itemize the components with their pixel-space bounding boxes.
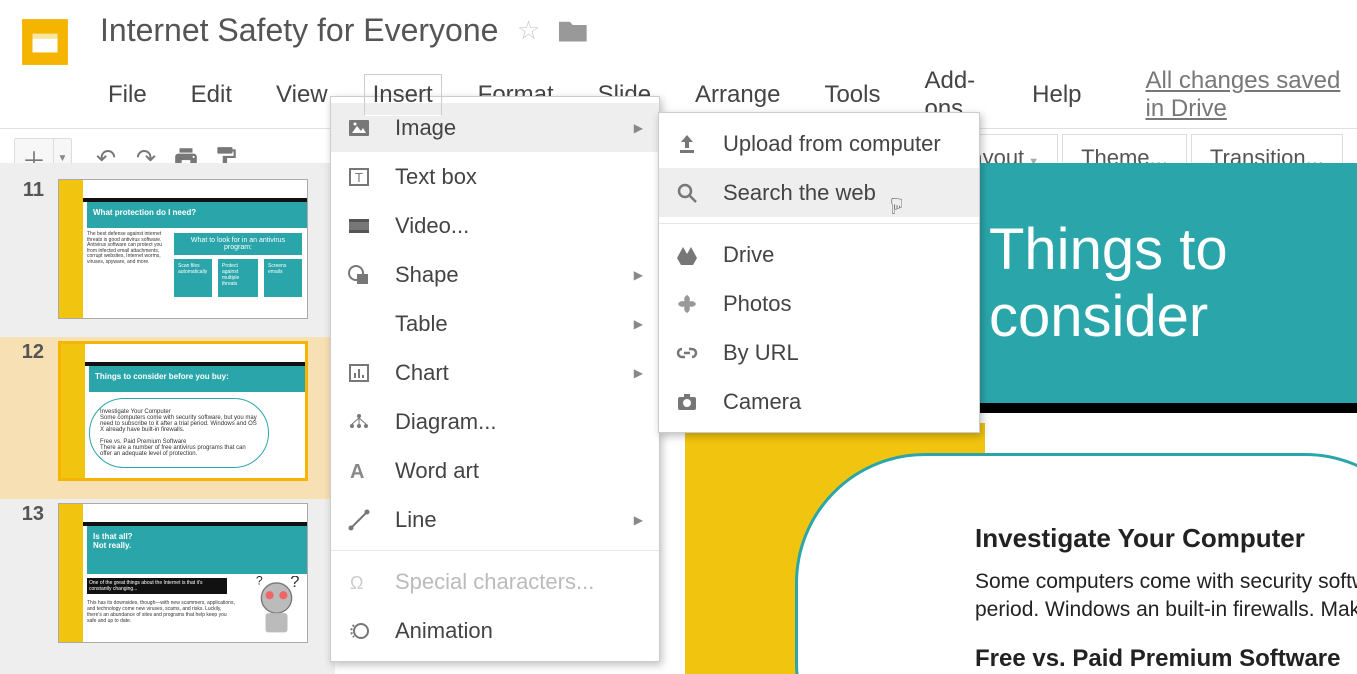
drive-icon — [675, 243, 709, 267]
search-the-web-item[interactable]: Search the web — [659, 168, 979, 217]
star-icon[interactable]: ☆ — [517, 15, 540, 45]
camera-item[interactable]: Camera — [659, 377, 979, 426]
drive-item[interactable]: Drive — [659, 230, 979, 279]
menu-edit[interactable]: Edit — [183, 75, 240, 115]
menu-file[interactable]: File — [100, 75, 155, 115]
app-logo-icon — [20, 17, 70, 67]
wordart-icon: A — [347, 459, 381, 483]
animation-icon — [347, 619, 381, 643]
save-status[interactable]: All changes saved in Drive — [1146, 67, 1347, 123]
menu-insert[interactable]: Insert — [364, 74, 442, 116]
svg-text:A: A — [350, 461, 364, 483]
shape-icon — [347, 263, 381, 287]
menu-view[interactable]: View — [268, 75, 336, 115]
menu-tools[interactable]: Tools — [816, 75, 888, 115]
svg-text:?: ? — [290, 576, 299, 591]
mouse-cursor-icon: ☟ — [890, 194, 903, 220]
chart-icon — [347, 361, 381, 385]
slide-body: Investigate Your Computer Some computers… — [975, 523, 1357, 673]
svg-text:Ω: Ω — [350, 573, 363, 593]
diagram-icon — [347, 412, 381, 432]
insert-wordart-item[interactable]: A Word art — [331, 446, 659, 495]
insert-animation-item[interactable]: Animation — [331, 606, 659, 655]
menu-help[interactable]: Help — [1024, 75, 1089, 115]
special-chars-icon: Ω — [347, 570, 381, 594]
slide-number: 12 — [8, 341, 58, 481]
menu-arrange[interactable]: Arrange — [687, 75, 788, 115]
image-icon — [347, 116, 381, 140]
search-icon — [675, 181, 709, 205]
photos-icon — [675, 292, 709, 316]
link-icon — [675, 341, 709, 365]
insert-shape-item[interactable]: Shape▶ — [331, 250, 659, 299]
slide-number: 13 — [8, 503, 58, 643]
textbox-icon: T — [347, 165, 381, 189]
insert-table-item[interactable]: Table▶ — [331, 299, 659, 348]
filmstrip[interactable]: 11 What protection do I need? The best d… — [0, 163, 335, 674]
camera-icon — [675, 390, 709, 414]
header: Internet Safety for Everyone ☆ File Edit… — [0, 0, 1357, 129]
insert-diagram-item[interactable]: Diagram... — [331, 397, 659, 446]
slide-thumbnail-13[interactable]: 13 Is that all?Not really. One of the gr… — [0, 499, 335, 661]
document-title[interactable]: Internet Safety for Everyone — [100, 12, 498, 49]
upload-from-computer-item[interactable]: Upload from computer — [659, 119, 979, 168]
slide-thumbnail-12[interactable]: 12 Things to consider before you buy: In… — [0, 337, 335, 499]
slide-thumbnail-11[interactable]: 11 What protection do I need? The best d… — [0, 175, 335, 337]
svg-text:T: T — [355, 170, 363, 185]
slide-number: 11 — [8, 179, 58, 319]
line-icon — [347, 508, 381, 532]
svg-text:?: ? — [256, 576, 263, 587]
photos-item[interactable]: Photos — [659, 279, 979, 328]
by-url-item[interactable]: By URL — [659, 328, 979, 377]
insert-video-item[interactable]: Video... — [331, 201, 659, 250]
insert-menu-dropdown: Image▶ T Text box Video... Shape▶ Table▶… — [330, 96, 660, 662]
folder-icon[interactable] — [559, 20, 587, 42]
upload-icon — [675, 132, 709, 156]
video-icon — [347, 214, 381, 238]
slide-heading: Things to consider — [975, 163, 1357, 403]
insert-line-item[interactable]: Line▶ — [331, 495, 659, 544]
insert-textbox-item[interactable]: T Text box — [331, 152, 659, 201]
insert-special-chars-item: Ω Special characters... — [331, 557, 659, 606]
image-submenu: Upload from computer Search the web Driv… — [658, 112, 980, 433]
insert-chart-item[interactable]: Chart▶ — [331, 348, 659, 397]
